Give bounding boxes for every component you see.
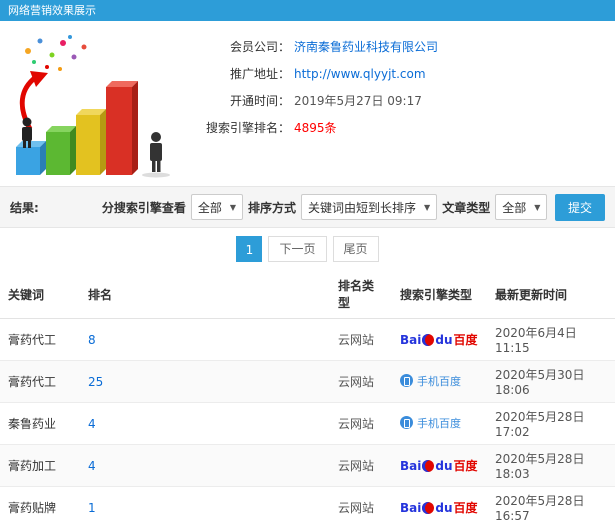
rank-cell[interactable]: 8 [80,318,330,361]
engine-cell: Bai du 百度 [392,486,487,520]
engine-cell: Bai du 百度 [392,444,487,487]
baidu-paw-icon [422,459,435,472]
engine-select[interactable]: 全部 ▼ [190,194,243,220]
baidu-logo-du: du [435,500,453,515]
col-rank: 排名 [80,270,330,319]
article-type-label: 文章类型 [442,200,491,215]
rank-type-cell: 云网站 [330,402,392,445]
keyword-cell: 膏药代工 [0,360,80,403]
mobile-baidu: 手机百度 [400,415,461,431]
keyword-cell: 膏药代工 [0,318,80,361]
marketing-clipart [0,29,182,181]
site-link[interactable]: http://www.qlyyjt.com [294,66,426,82]
baidu-logo-bai: Bai [400,500,422,515]
mobile-baidu-icon [400,374,413,388]
col-rank-type: 排名类型 [330,270,392,319]
page-1-button[interactable]: 1 [236,236,263,262]
pagination: 1 下一页 尾页 [0,228,615,270]
baidu-logo: Bai du 百度 [400,331,478,348]
info-row-company: 会员公司： 济南秦鲁药业科技有限公司 [182,39,615,55]
engine-filter-label: 分搜索引擎查看 [101,200,186,215]
rank-type-cell: 云网站 [330,360,392,403]
bar-chart-clipart-image [16,35,170,178]
mobile-baidu: 手机百度 [400,373,461,389]
engine-select-value: 全部 [197,200,222,215]
baidu-logo-cn: 百度 [453,501,478,515]
table-row: 秦鲁药业 4 云网站 手机百度 2020年5月28日 17:02 [0,402,615,445]
keyword-cell: 秦鲁药业 [0,402,80,445]
page-title: 网络营销效果展示 [0,0,615,21]
sort-select[interactable]: 关键词由短到长排序 ▼ [301,194,438,220]
baidu-logo-du: du [435,332,453,347]
updated-cell: 2020年6月4日 11:15 [487,318,615,361]
rank-type-cell: 云网站 [330,444,392,487]
rank-count-label: 搜索引擎排名： [205,121,290,135]
baidu-logo: Bai du 百度 [400,457,478,474]
col-keyword: 关键词 [0,270,80,319]
info-row-site: 推广地址： http://www.qlyyjt.com [182,66,615,82]
table-row: 膏药代工 8 云网站 Bai du 百度 2020年6月4日 11:15 [0,318,615,361]
baidu-logo-bai: Bai [400,332,422,347]
result-label: 结果: [10,200,39,215]
article-type-select[interactable]: 全部 ▼ [495,194,548,220]
next-page-button[interactable]: 下一页 [268,236,327,262]
mobile-baidu-label: 手机百度 [417,374,461,388]
opened-label: 开通时间： [229,94,290,108]
col-engine-type: 搜索引擎类型 [392,270,487,319]
chevron-down-icon: ▼ [229,202,236,212]
rankings-table: 关键词 排名 排名类型 搜索引擎类型 最新更新时间 膏药代工 8 云网站 Bai… [0,270,615,520]
rank-cell[interactable]: 1 [80,486,330,520]
baidu-logo: Bai du 百度 [400,499,478,516]
rank-count-value: 4895条 [294,121,337,135]
member-info: 会员公司： 济南秦鲁药业科技有限公司 推广地址： http://www.qlyy… [182,29,615,186]
rank-type-cell: 云网站 [330,318,392,361]
baidu-logo-du: du [435,458,453,473]
engine-cell: Bai du 百度 [392,318,487,361]
keyword-cell: 膏药加工 [0,444,80,487]
info-row-opened: 开通时间： 2019年5月27日 09:17 [182,93,615,109]
updated-cell: 2020年5月28日 18:03 [487,444,615,487]
updated-cell: 2020年5月28日 17:02 [487,402,615,445]
table-header-row: 关键词 排名 排名类型 搜索引擎类型 最新更新时间 [0,270,615,319]
baidu-paw-icon [422,501,435,514]
table-row: 膏药代工 25 云网站 手机百度 2020年5月30日 18:06 [0,360,615,403]
chevron-down-icon: ▼ [424,202,431,212]
info-row-rank-count: 搜索引擎排名： 4895条 [182,120,615,136]
company-label: 会员公司： [229,40,290,54]
site-label: 推广地址： [229,67,290,81]
rank-cell[interactable]: 4 [80,402,330,445]
baidu-paw-icon [422,333,435,346]
baidu-logo-cn: 百度 [453,459,478,473]
baidu-logo-cn: 百度 [453,333,478,347]
rank-cell[interactable]: 4 [80,444,330,487]
updated-cell: 2020年5月28日 16:57 [487,486,615,520]
mobile-baidu-icon [400,416,413,430]
sort-select-value: 关键词由短到长排序 [308,200,417,215]
filter-bar: 结果: 分搜索引擎查看 全部 ▼ 排序方式 关键词由短到长排序 ▼ 文章类型 全… [0,186,615,228]
engine-cell: 手机百度 [392,402,487,445]
company-link[interactable]: 济南秦鲁药业科技有限公司 [294,39,438,55]
table-row: 膏药贴牌 1 云网站 Bai du 百度 2020年5月28日 16:57 [0,486,615,520]
engine-cell: 手机百度 [392,360,487,403]
col-updated: 最新更新时间 [487,270,615,319]
table-row: 膏药加工 4 云网站 Bai du 百度 2020年5月28日 18:03 [0,444,615,487]
last-page-button[interactable]: 尾页 [332,236,379,262]
article-type-select-value: 全部 [502,200,527,215]
submit-button[interactable]: 提交 [554,193,605,221]
updated-cell: 2020年5月30日 18:06 [487,360,615,403]
chevron-down-icon: ▼ [534,202,541,212]
mobile-baidu-label: 手机百度 [417,416,461,430]
rank-type-cell: 云网站 [330,486,392,520]
rank-cell[interactable]: 25 [80,360,330,403]
marketing-report-page: 网络营销效果展示 会员公司： 济南秦鲁药业科技有限公司 推广地址： http:/… [0,0,615,520]
baidu-logo-bai: Bai [400,458,422,473]
opened-value: 2019年5月27日 09:17 [294,94,422,108]
profile-section: 会员公司： 济南秦鲁药业科技有限公司 推广地址： http://www.qlyy… [0,21,615,186]
keyword-cell: 膏药贴牌 [0,486,80,520]
sort-filter-label: 排序方式 [248,200,297,215]
